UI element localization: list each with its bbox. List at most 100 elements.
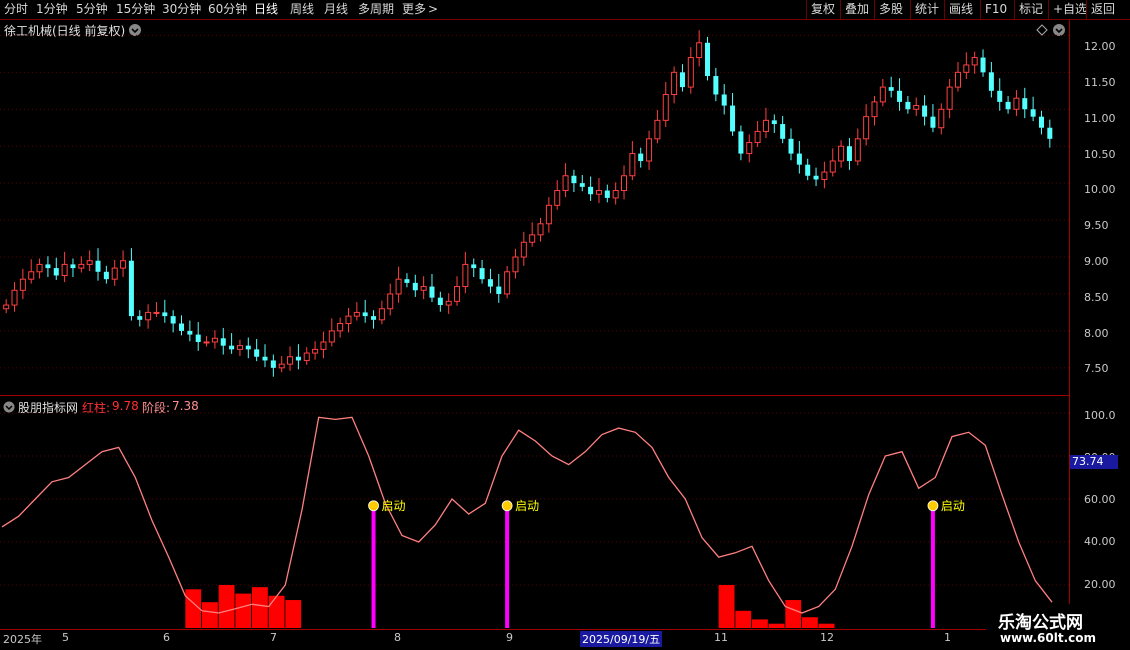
period-tab-more[interactable]: 更多 — [402, 0, 426, 19]
price-tick: 10.50 — [1084, 148, 1116, 161]
period-tab-30min[interactable]: 30分钟 — [162, 0, 201, 19]
price-tick: 8.50 — [1084, 291, 1109, 304]
period-tab-daily[interactable]: 日线 — [254, 0, 278, 19]
overlay-button[interactable]: 叠加 — [840, 0, 869, 19]
candlestick-chart[interactable] — [0, 20, 1069, 396]
candle-body — [362, 312, 368, 317]
candle-body — [938, 108, 945, 129]
red-bar — [752, 619, 768, 628]
candle-body — [788, 138, 794, 154]
candle-body — [229, 345, 235, 350]
candle-body — [888, 87, 894, 91]
candle-body — [588, 186, 594, 195]
red-bar — [218, 585, 235, 628]
indicator-tick: 20.00 — [1084, 578, 1116, 591]
candle-body — [805, 164, 811, 176]
multi-stock-button[interactable]: 多股 — [874, 0, 903, 19]
candle-body — [654, 119, 661, 140]
candle-body — [120, 260, 127, 269]
f10-button[interactable]: F10 — [980, 0, 1007, 19]
statistics-button[interactable]: 统计 — [910, 0, 939, 19]
candle-body — [61, 263, 68, 276]
red-bar — [818, 623, 835, 628]
signal-label: 启动 — [941, 499, 965, 513]
red-bar — [802, 617, 818, 628]
candle-body — [879, 86, 886, 103]
period-tab-multi[interactable]: 多周期 — [358, 0, 394, 19]
candle-body — [445, 300, 452, 306]
indicator-chart[interactable]: 启动 启动 启动 — [0, 397, 1069, 630]
candle-body — [946, 86, 953, 110]
restore-rights-button[interactable]: 复权 — [806, 0, 835, 19]
time-tick: 9 — [506, 631, 513, 644]
candle-body — [454, 286, 461, 302]
period-tab-1min[interactable]: 1分钟 — [36, 0, 68, 19]
candle-body — [404, 279, 410, 283]
candle-body — [179, 323, 185, 331]
candle-body — [1038, 116, 1044, 128]
indicator-tick: 60.00 — [1084, 493, 1116, 506]
price-tick: 10.00 — [1084, 183, 1116, 196]
candle-body — [529, 234, 536, 243]
candle-body — [780, 124, 786, 139]
stage-line — [1, 416, 1053, 614]
period-tab-weekly[interactable]: 周线 — [290, 0, 314, 19]
red-bar — [785, 600, 802, 628]
candle-body — [387, 293, 394, 310]
candle-body — [211, 337, 218, 343]
candle-body — [595, 190, 602, 195]
period-tab-60min[interactable]: 60分钟 — [208, 0, 247, 19]
candle-body — [796, 153, 802, 165]
period-tab-timeshare[interactable]: 分时 — [4, 0, 28, 19]
indicator-panel: 股朋指标网 红柱: 9.78 阶段: 7.38 启动 启动 启动 — [0, 397, 1069, 630]
add-watchlist-button[interactable]: +自选 — [1048, 0, 1087, 19]
candle-body — [930, 116, 936, 128]
candle-body — [721, 94, 727, 106]
candle-body — [78, 263, 85, 269]
candle-body — [70, 264, 76, 269]
back-button[interactable]: 返回 — [1086, 0, 1115, 19]
candle-body — [345, 315, 352, 325]
candle-body — [11, 289, 18, 306]
period-tab-15min[interactable]: 15分钟 — [116, 0, 155, 19]
candle-body — [111, 267, 118, 280]
candle-body — [571, 175, 577, 184]
signal-label: 启动 — [515, 499, 539, 513]
price-tick: 12.00 — [1084, 40, 1116, 53]
candle-body — [412, 282, 418, 291]
money-bag-icon — [368, 500, 379, 512]
indicator-tick: 100.0 — [1084, 409, 1116, 422]
candle-body — [95, 260, 101, 272]
red-bar — [735, 610, 752, 628]
watermark: 乐淘公式网 www.60lt.com — [986, 604, 1130, 650]
candle-body — [337, 323, 344, 332]
time-tick: 11 — [714, 631, 728, 644]
candle-body — [162, 312, 168, 317]
candle-body — [371, 316, 377, 320]
signal-bar — [505, 509, 510, 628]
candle-body — [328, 330, 335, 343]
candle-body — [679, 72, 685, 88]
time-tick: 5 — [62, 631, 69, 644]
candle-body — [604, 190, 610, 198]
period-tab-monthly[interactable]: 月线 — [324, 0, 348, 19]
candle-body — [203, 341, 210, 344]
candle-body — [295, 356, 301, 361]
red-bar — [768, 623, 785, 628]
candle-body — [738, 131, 744, 154]
mark-button[interactable]: 标记 — [1014, 0, 1043, 19]
chevron-right-icon[interactable]: > — [428, 0, 438, 19]
candle-body — [554, 190, 561, 206]
candle-body — [420, 286, 427, 291]
candle-body — [236, 345, 243, 350]
candle-body — [662, 93, 669, 121]
candle-body — [562, 175, 569, 192]
draw-line-button[interactable]: 画线 — [944, 0, 973, 19]
red-bar — [202, 602, 218, 628]
period-tab-5min[interactable]: 5分钟 — [76, 0, 108, 19]
candle-body — [471, 264, 477, 269]
candle-body — [429, 286, 435, 298]
candle-body — [53, 268, 59, 276]
candle-body — [187, 330, 193, 335]
candle-body — [954, 71, 961, 88]
